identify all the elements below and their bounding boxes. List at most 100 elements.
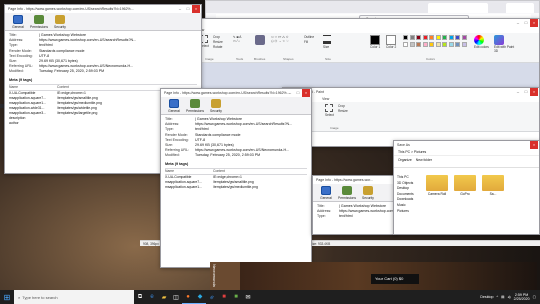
cart-button[interactable]: Your Cart (0) $0 <box>371 274 419 284</box>
tab-permissions[interactable]: Permissions <box>186 99 204 113</box>
folder-item[interactable]: Sa... <box>482 175 504 196</box>
network-icon[interactable]: ▤ <box>501 295 504 299</box>
app-icon[interactable]: ■ <box>218 290 230 304</box>
maximize-icon[interactable]: □ <box>184 5 192 13</box>
color-swatch[interactable] <box>403 42 408 47</box>
tab-permissions[interactable]: Permissions <box>338 186 356 200</box>
color-swatch[interactable] <box>416 42 421 47</box>
color-swatch[interactable] <box>455 35 460 40</box>
start-button[interactable]: ⊞ <box>0 290 14 304</box>
tab-general[interactable]: General <box>165 99 183 113</box>
tab-security[interactable]: Security <box>207 99 225 113</box>
table-row[interactable]: msapplication-square1... /templates/gw/me… <box>165 185 307 190</box>
color1-button[interactable]: Color 1 <box>370 35 380 49</box>
maximize-icon[interactable]: □ <box>522 88 530 96</box>
dialog-title: Page Info - https://www.games-wor... <box>313 176 397 184</box>
close-icon[interactable]: × <box>530 88 538 96</box>
notifications-icon[interactable]: ▢ <box>533 295 536 299</box>
resize-button[interactable]: Resize <box>213 40 223 44</box>
resize-button[interactable]: Resize <box>338 109 348 113</box>
maximize-icon[interactable]: □ <box>522 19 530 27</box>
edge-icon[interactable]: e <box>146 290 158 304</box>
color-swatch[interactable] <box>409 42 415 47</box>
color-swatch[interactable] <box>422 35 428 40</box>
ie-icon[interactable]: ℯ <box>206 290 218 304</box>
address-bar[interactable]: This PC > Pictures <box>394 149 539 156</box>
magnifier-icon[interactable]: ⌕ <box>238 39 240 43</box>
shapes-gallery[interactable]: ⬭ ▭ ▱ △ ◇ ⬠ ⬡ → ☆ ♡ <box>271 35 289 43</box>
color-swatch[interactable] <box>416 35 421 40</box>
color-swatch[interactable] <box>422 42 428 47</box>
tab-general[interactable]: General <box>317 186 335 200</box>
color-swatch[interactable] <box>435 42 441 47</box>
eraser-icon[interactable]: ▭ <box>233 39 236 43</box>
edit-paint3d-button[interactable]: Edit with Paint 3D <box>494 35 518 53</box>
tab-general[interactable]: General <box>9 15 27 29</box>
color-swatch[interactable] <box>442 42 447 47</box>
minimize-icon[interactable]: – <box>514 19 522 27</box>
tab-security[interactable]: Security <box>359 186 377 200</box>
close-icon[interactable]: × <box>192 5 200 13</box>
browser-tab-2[interactable] <box>506 3 534 13</box>
file-size: Size: 933.4KB <box>310 242 331 246</box>
size-button[interactable]: Size <box>323 35 331 49</box>
color-swatch[interactable] <box>455 42 460 47</box>
minimize-icon[interactable]: – <box>176 5 184 13</box>
folder-item[interactable]: Camera Roll <box>426 175 448 196</box>
fill-button[interactable]: Fill <box>304 40 308 44</box>
dialog-title: Save As <box>394 141 539 149</box>
volume-icon[interactable]: ◂) <box>508 295 511 299</box>
browser-tab[interactable] <box>428 3 488 13</box>
rotate-button[interactable]: Rotate <box>213 45 222 49</box>
minimize-icon[interactable]: – <box>286 89 294 97</box>
paint-icon[interactable]: ◆ <box>194 290 206 304</box>
paint3d-icon <box>494 35 504 45</box>
folder-item[interactable]: GoPro <box>454 175 476 196</box>
color-swatch[interactable] <box>448 42 454 47</box>
color-swatch[interactable] <box>403 35 408 40</box>
group-image: Image <box>205 57 214 61</box>
taskbar-search[interactable]: ⌕ Type here to search <box>14 290 134 304</box>
meta-table[interactable]: Name Content X-UA-Compatible IE=edge,chrome… <box>165 167 307 190</box>
color-swatch[interactable] <box>429 42 434 47</box>
store-icon[interactable]: ◫ <box>170 290 182 304</box>
color-swatch[interactable] <box>442 35 447 40</box>
minimize-icon[interactable]: – <box>514 88 522 96</box>
new-folder-button[interactable]: New folder <box>416 158 432 165</box>
task-view-icon[interactable]: ⧉ <box>134 290 146 304</box>
crop-button[interactable]: Crop <box>338 104 345 108</box>
chevron-up-icon[interactable]: ^ <box>496 295 498 299</box>
close-icon[interactable]: × <box>302 89 310 97</box>
brushes-button[interactable] <box>255 35 265 45</box>
window-controls: × <box>530 141 538 149</box>
tab-security[interactable]: Security <box>51 15 69 29</box>
color-swatch[interactable] <box>429 35 434 40</box>
select-button[interactable]: Select <box>325 104 334 117</box>
folder-icon <box>454 175 476 191</box>
color-swatch[interactable] <box>461 42 467 47</box>
color-swatch[interactable] <box>461 35 467 40</box>
color-swatch[interactable] <box>409 35 415 40</box>
organize-button[interactable]: Organize <box>398 158 412 165</box>
tab-permissions[interactable]: Permissions <box>30 15 48 29</box>
maximize-icon[interactable]: □ <box>294 89 302 97</box>
desktop-toolbar[interactable]: Desktop <box>480 295 493 299</box>
firefox-icon[interactable]: ● <box>182 290 194 304</box>
nav-item[interactable]: Pictures <box>397 209 422 215</box>
size-icon <box>323 35 331 44</box>
column-header-name: Name <box>9 84 19 89</box>
page-info-tabs: General Permissions Security <box>313 184 397 202</box>
cursor-position: 908, 396px <box>143 242 159 246</box>
clock[interactable]: 2:59 PM 2/25/2020 <box>514 293 530 302</box>
file-explorer-icon[interactable]: ▰ <box>158 290 170 304</box>
crop-button[interactable]: Crop <box>213 35 220 39</box>
app-icon-2[interactable]: ■ <box>230 290 242 304</box>
edit-colors-button[interactable]: Edit colors <box>474 35 489 49</box>
color-swatch[interactable] <box>435 35 441 40</box>
outline-button[interactable]: Outline <box>304 35 314 39</box>
color-swatch[interactable] <box>448 35 454 40</box>
color2-button[interactable]: Color 2 <box>386 35 396 49</box>
mail-icon[interactable]: ✉ <box>242 290 254 304</box>
close-icon[interactable]: × <box>530 19 538 27</box>
close-icon[interactable]: × <box>530 141 538 149</box>
